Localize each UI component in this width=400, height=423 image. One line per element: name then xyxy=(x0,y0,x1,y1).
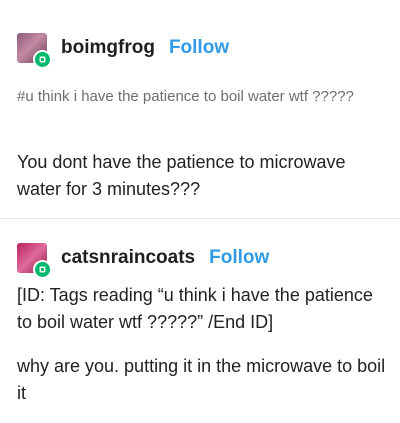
post-catsnraincoats: catsnraincoats Follow [ID: Tags reading … xyxy=(0,218,400,423)
username[interactable]: catsnraincoats xyxy=(61,247,195,269)
post-header: boimgfrog Follow xyxy=(17,33,229,69)
post-tags[interactable]: #u think i have the patience to boil wat… xyxy=(17,85,377,109)
image-description-text: [ID: Tags reading “u think i have the pa… xyxy=(17,285,373,332)
username[interactable]: boimgfrog xyxy=(61,37,155,59)
avatar[interactable] xyxy=(17,243,52,279)
follow-button[interactable]: Follow xyxy=(169,37,229,59)
post-boimgfrog: boimgfrog Follow #u think i have the pat… xyxy=(0,0,400,218)
post-body: why are you. putting it in the microwave… xyxy=(17,356,386,403)
badge-icon xyxy=(33,260,52,279)
post-header: catsnraincoats Follow xyxy=(17,243,269,279)
avatar[interactable] xyxy=(17,33,52,69)
post-body: You dont have the patience to microwave … xyxy=(17,152,346,199)
follow-button[interactable]: Follow xyxy=(209,247,269,269)
badge-icon xyxy=(33,50,52,69)
